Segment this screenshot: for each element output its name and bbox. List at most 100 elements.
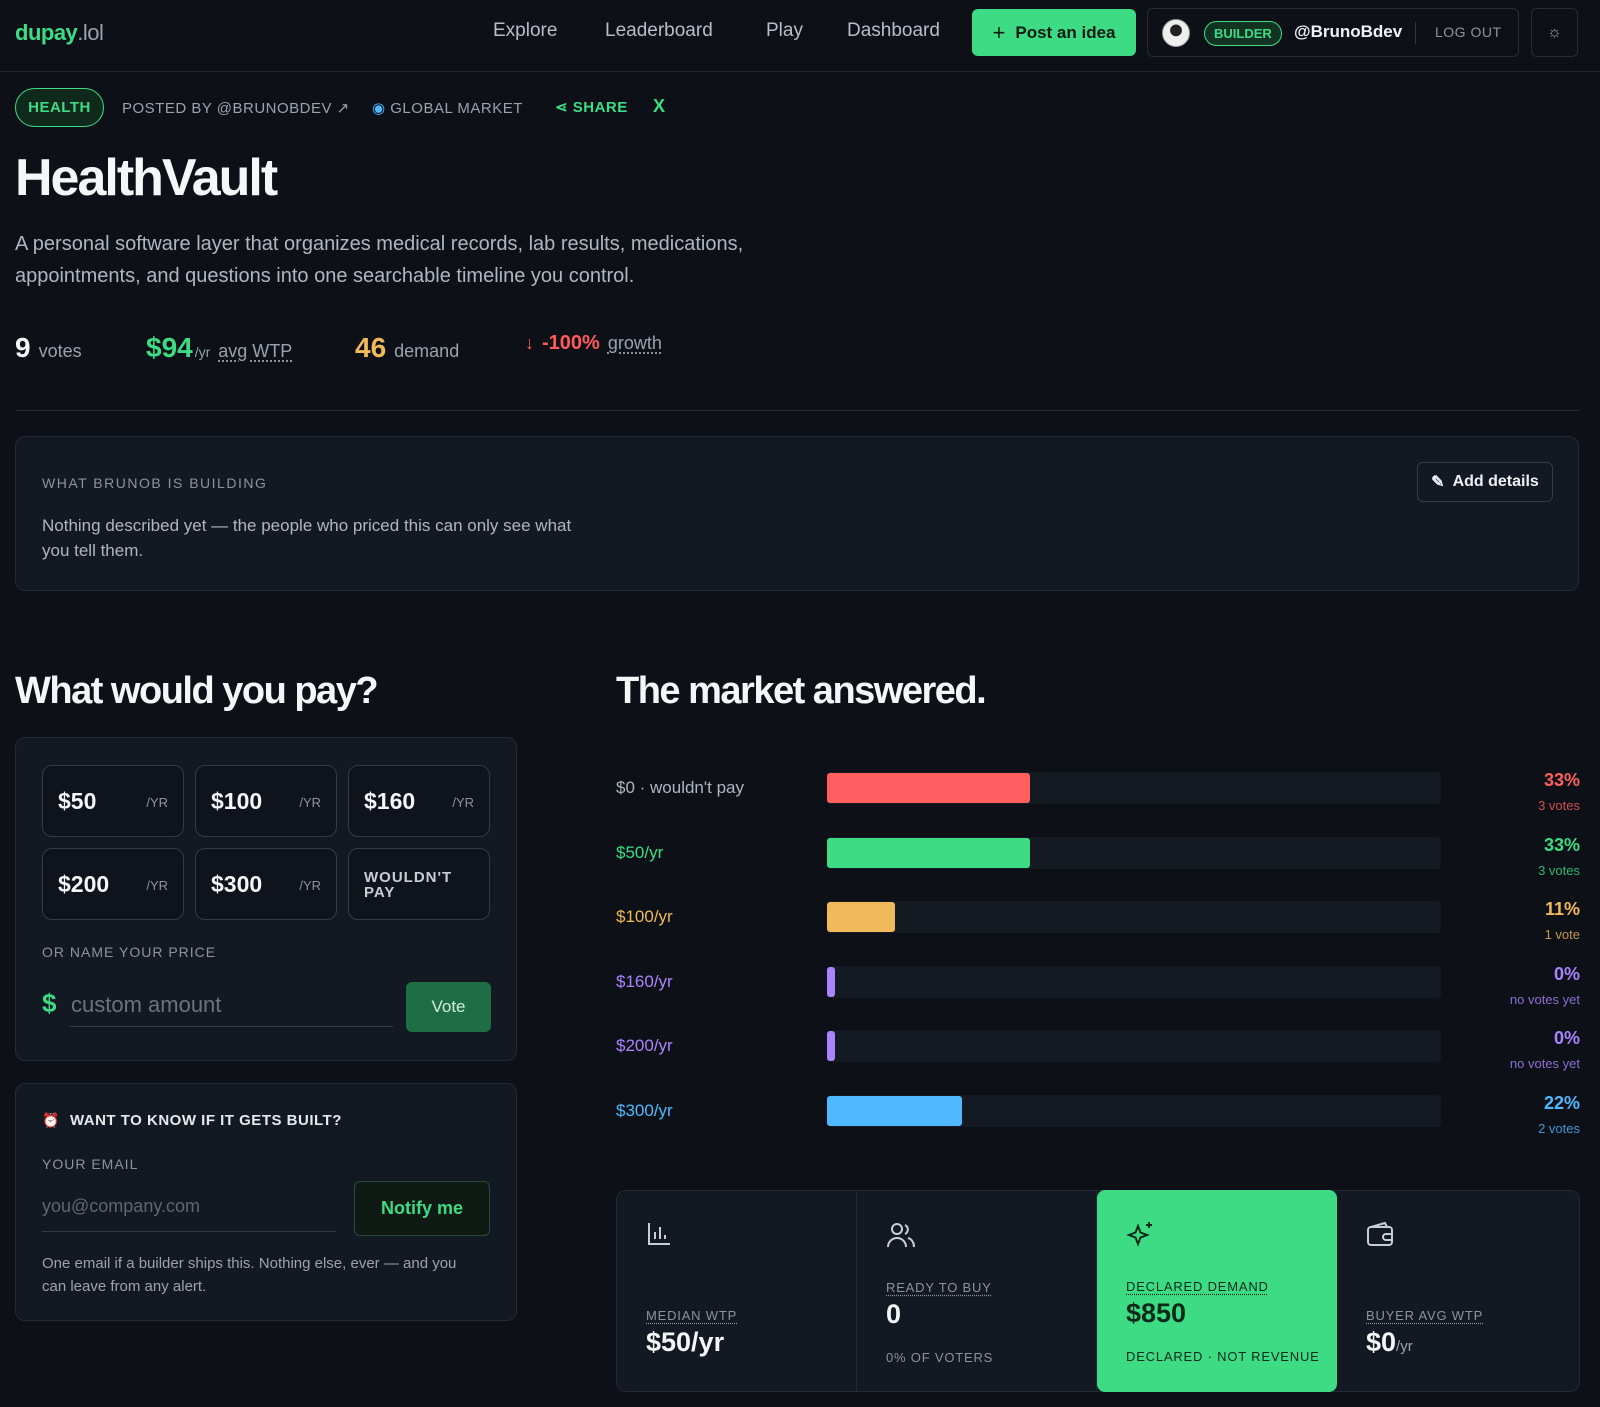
wouldnt-pay-option[interactable]: WOULDN'T PAY <box>348 848 490 920</box>
price-option-300[interactable]: $300/YR <box>195 848 337 920</box>
summary-stats: MEDIAN WTP $50/yr READY TO BUY 0 0% OF V… <box>616 1190 1580 1392</box>
x-share-button[interactable]: X <box>653 96 665 117</box>
wallet-icon <box>1366 1221 1394 1254</box>
username[interactable]: @BrunoBdev <box>1294 22 1402 42</box>
market-bar-track <box>827 836 1441 869</box>
arrow-down-icon: ↓ <box>525 333 534 353</box>
market-row: $200/yr 0% no votes yet <box>616 1028 1580 1088</box>
add-details-button[interactable]: ✎ Add details <box>1417 462 1553 502</box>
bar-chart-icon <box>646 1221 672 1254</box>
ready-to-buy-cell: READY TO BUY 0 0% OF VOTERS <box>857 1191 1097 1391</box>
logout-button[interactable]: LOG OUT <box>1435 24 1502 40</box>
vote-button[interactable]: Vote <box>406 982 491 1032</box>
votes-stat: 9 votes <box>15 332 82 363</box>
market-bar-percent: 11% <box>1544 899 1580 919</box>
idea-title: HealthVault <box>15 149 278 207</box>
demand-stat: 46 demand <box>355 332 460 363</box>
buyer-avg-wtp-cell: BUYER AVG WTP $0/yr <box>1337 1191 1577 1391</box>
pencil-icon: ✎ <box>1431 474 1445 491</box>
divider <box>1415 22 1416 44</box>
sun-icon: ☼ <box>1547 23 1562 41</box>
plus-icon: + <box>992 19 1006 45</box>
market-bar <box>827 1031 835 1061</box>
custom-price-label: OR NAME YOUR PRICE <box>42 944 217 960</box>
market-bar-votes: 1 vote <box>1544 927 1580 942</box>
market-bar <box>827 966 835 997</box>
share-icon: ⋖ <box>555 99 569 116</box>
currency-symbol: $ <box>42 988 57 1018</box>
alarm-icon: ⏰ <box>42 1112 60 1128</box>
notify-card: ⏰ WANT TO KNOW IF IT GETS BUILT? YOUR EM… <box>15 1083 517 1321</box>
category-tag[interactable]: HEALTH <box>15 88 104 127</box>
growth-stat: ↓ -100% growth <box>525 332 662 354</box>
market-row-label: $200/yr <box>616 1036 673 1055</box>
market-bar-track <box>827 1094 1441 1127</box>
market-row-label: $100/yr <box>616 907 673 926</box>
market-bar-votes: no votes yet <box>1509 991 1580 1007</box>
sparkle-icon <box>1126 1220 1156 1257</box>
market-row-label: $0 · wouldn't pay <box>616 778 744 797</box>
posted-by-link[interactable]: POSTED BY @BRUNOBDEV ↗ <box>122 99 350 117</box>
market-bar-percent: 0% <box>1553 1028 1580 1048</box>
notify-fine-print: One email if a builder ships this. Nothi… <box>42 1255 457 1295</box>
pay-heading: What would you pay? <box>15 670 379 712</box>
market-row: $300/yr 22% 2 votes <box>616 1093 1580 1153</box>
market-row-label: $160/yr <box>616 971 673 991</box>
market-bar <box>827 902 895 932</box>
price-option-50[interactable]: $50/YR <box>42 765 184 837</box>
avg-wtp-stat: $94/yr avg WTP <box>146 332 293 363</box>
market-bar-votes: 3 votes <box>1538 862 1580 878</box>
market-bar-track <box>827 901 1441 933</box>
divider <box>15 410 1579 411</box>
nav-dashboard[interactable]: Dashboard <box>847 20 940 42</box>
email-field[interactable] <box>42 1182 336 1232</box>
market-bar-votes: 2 votes <box>1538 1120 1580 1136</box>
market-row: $160/yr 0% no votes yet <box>616 964 1580 1024</box>
market-row: $50/yr 33% 3 votes <box>616 835 1580 895</box>
idea-description: A personal software layer that organizes… <box>15 233 744 287</box>
market-row-label: $50/yr <box>616 842 664 862</box>
building-card: WHAT BRUNOB IS BUILDING Nothing describe… <box>15 436 1579 591</box>
market-bar-percent: 0% <box>1553 963 1580 984</box>
globe-icon: ◉ <box>372 100 386 117</box>
market-heading: The market answered. <box>616 670 987 712</box>
declared-demand-cell: DECLARED DEMAND $850 DECLARED · NOT REVE… <box>1097 1190 1337 1392</box>
builder-badge: BUILDER <box>1204 21 1282 46</box>
post-idea-button[interactable]: + Post an idea <box>972 9 1136 56</box>
market-bar-track <box>827 772 1441 804</box>
nav-play[interactable]: Play <box>766 20 803 42</box>
market-bar-votes: 3 votes <box>1538 798 1580 813</box>
price-option-100[interactable]: $100/YR <box>195 765 337 837</box>
building-text: Nothing described yet — the people who p… <box>42 516 572 560</box>
market-bar <box>827 837 1030 868</box>
price-option-200[interactable]: $200/YR <box>42 848 184 920</box>
custom-amount-input[interactable] <box>69 983 393 1027</box>
market-bar <box>827 773 1030 803</box>
user-menu: BUILDER @BrunoBdev LOG OUT <box>1147 8 1519 57</box>
email-label: YOUR EMAIL <box>42 1156 139 1172</box>
avatar[interactable] <box>1162 19 1190 47</box>
market-bar-votes: no votes yet <box>1509 1056 1580 1071</box>
market-row: $100/yr 11% 1 vote <box>616 899 1580 959</box>
market-label: ◉ GLOBAL MARKET <box>372 100 523 117</box>
notify-me-button[interactable]: Notify me <box>354 1181 490 1236</box>
price-option-160[interactable]: $160/YR <box>348 765 490 837</box>
nav-explore[interactable]: Explore <box>493 20 557 42</box>
notify-heading: ⏰ WANT TO KNOW IF IT GETS BUILT? <box>42 1112 342 1129</box>
top-nav: dupay.lol Explore Leaderboard Play Dashb… <box>0 0 1600 72</box>
median-wtp-cell: MEDIAN WTP $50/yr <box>617 1191 857 1391</box>
market-bar-percent: 33% <box>1543 834 1580 855</box>
market-bar-track <box>827 965 1441 998</box>
market-bar <box>827 1095 963 1126</box>
building-caption: WHAT BRUNOB IS BUILDING <box>42 475 268 491</box>
share-button[interactable]: ⋖ SHARE <box>555 98 628 116</box>
market-bar-percent: 33% <box>1543 770 1580 790</box>
nav-leaderboard[interactable]: Leaderboard <box>605 20 713 42</box>
market-bar-percent: 22% <box>1543 1092 1580 1113</box>
theme-toggle-button[interactable]: ☼ <box>1531 8 1578 57</box>
users-icon <box>886 1221 916 1256</box>
market-row: $0 · wouldn't pay 33% 3 votes <box>616 770 1580 830</box>
vote-card: $50/YR $100/YR $160/YR $200/YR $300/YR W… <box>15 737 517 1061</box>
logo[interactable]: dupay.lol <box>15 20 104 46</box>
market-row-label: $300/yr <box>616 1100 673 1120</box>
